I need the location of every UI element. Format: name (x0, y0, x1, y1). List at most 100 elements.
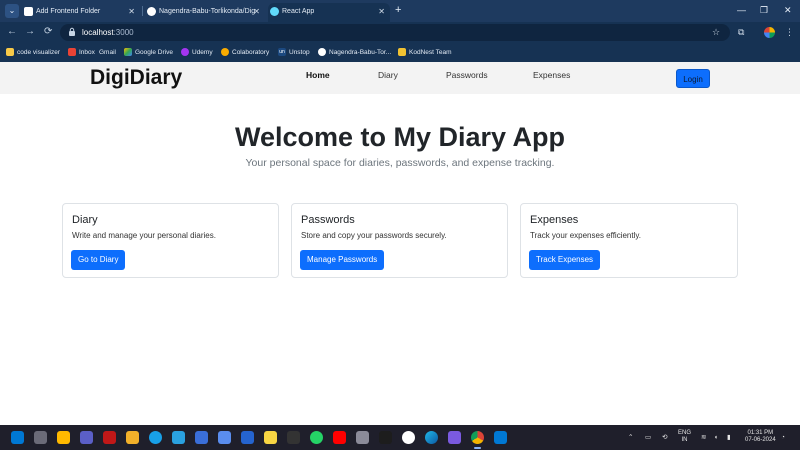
volume-icon[interactable]: ◖ (714, 425, 718, 450)
react-favicon-icon (270, 7, 279, 16)
menu-kebab-icon[interactable]: ⋮ (785, 26, 794, 39)
bookmark-gmail[interactable]: Gmail (88, 43, 116, 62)
login-button[interactable]: Login (676, 69, 710, 88)
nav-link-diary[interactable]: Diary (378, 70, 398, 80)
chrome-icon[interactable] (471, 431, 484, 444)
browser-toolbar: ← → ⟳ localhost:3000 ☆ ⧉ ⋮ (0, 22, 800, 43)
restore-icon[interactable]: ❐ (760, 3, 768, 17)
bookmark-udemy[interactable]: Udemy (181, 43, 213, 62)
card-title: Diary (72, 214, 98, 226)
bookmark-star-icon[interactable]: ☆ (712, 26, 720, 39)
browser-tab-add-frontend-folder[interactable]: Add Frontend Folder ✕ (22, 3, 140, 22)
python-icon (6, 48, 14, 56)
news-app-icon[interactable] (379, 431, 392, 444)
windows-taskbar: ⌃ ▭ ⟲ ENG IN ≋ ◖ ▮ 01:31 PM 07-06-2024 ◔ (0, 425, 800, 450)
nav-link-home[interactable]: Home (306, 70, 330, 80)
bookmark-colaboratory[interactable]: Colaboratory (221, 43, 269, 62)
url-text: localhost:3000 (82, 28, 134, 37)
gmail-icon (68, 48, 76, 56)
card-expenses: Expenses Track your expenses efficiently… (520, 203, 738, 278)
back-arrow-icon[interactable]: ← (7, 25, 17, 39)
language-code: ENG (678, 430, 692, 436)
task-view-icon[interactable] (34, 431, 47, 444)
github-icon (318, 48, 326, 56)
tab-title: Nagendra-Babu-Torlikonda/Dig (159, 8, 256, 15)
app-gray-icon[interactable] (356, 431, 369, 444)
card-passwords: Passwords Store and copy your passwords … (291, 203, 508, 278)
site-info-icon[interactable] (68, 27, 76, 37)
track-expenses-button[interactable]: Track Expenses (529, 250, 601, 270)
todo-icon[interactable] (241, 431, 254, 444)
sync-icon[interactable]: ⟲ (662, 425, 667, 450)
bookmark-code-visualizer[interactable]: code visualizer (6, 43, 60, 62)
bookmark-kodnest-team[interactable]: KodNest Team (398, 43, 452, 62)
go-to-diary-button[interactable]: Go to Diary (71, 250, 126, 270)
clock-date: 07-06-2024 (745, 437, 776, 443)
notification-bell-icon[interactable]: ◔ (781, 425, 785, 450)
profile-avatar-icon[interactable] (764, 27, 775, 38)
bookmark-label: code visualizer (17, 49, 60, 56)
battery-saver-icon[interactable]: ▭ (645, 425, 651, 450)
tab-title: Add Frontend Folder (36, 8, 101, 15)
minimize-icon[interactable]: — (737, 3, 746, 17)
tab-search-icon[interactable]: ⌄ (5, 4, 19, 18)
whatsapp-icon[interactable] (310, 431, 323, 444)
show-hidden-icons-chevron-icon[interactable]: ⌃ (628, 425, 633, 450)
sticky-notes-icon[interactable] (264, 431, 277, 444)
nav-link-passwords[interactable]: Passwords (446, 70, 488, 80)
close-tab-icon[interactable]: ✕ (378, 3, 385, 20)
manage-passwords-button[interactable]: Manage Passwords (300, 250, 385, 270)
unstop-icon: un (278, 48, 286, 56)
teams-icon[interactable] (80, 431, 93, 444)
battery-icon[interactable]: ▮ (727, 425, 731, 450)
card-text: Track your expenses efficiently. (530, 231, 642, 240)
nav-link-expenses[interactable]: Expenses (533, 70, 570, 80)
bookmark-unstop[interactable]: un Unstop (278, 43, 310, 62)
file-explorer-icon[interactable] (126, 431, 139, 444)
close-tab-icon[interactable]: ✕ (253, 3, 260, 20)
store-icon[interactable] (195, 431, 208, 444)
bookmark-label: Google Drive (135, 49, 173, 56)
browser-tab-strip: ⌄ Add Frontend Folder ✕ Nagendra-Babu-To… (0, 0, 800, 22)
reload-icon[interactable]: ⟳ (44, 25, 52, 39)
edge-dev-icon[interactable] (149, 431, 162, 444)
wifi-icon[interactable]: ≋ (701, 425, 706, 450)
edge-icon[interactable] (425, 431, 438, 444)
kodnest-icon (398, 48, 406, 56)
new-tab-plus-icon[interactable]: + (395, 3, 401, 17)
bookmark-label: KodNest Team (409, 49, 452, 56)
youtube-icon[interactable] (333, 431, 346, 444)
card-title: Expenses (530, 214, 579, 226)
brand-logo[interactable]: DigiDiary (90, 66, 182, 90)
extensions-puzzle-icon[interactable]: ⧉ (738, 26, 744, 39)
browser-tab-github-repo[interactable]: Nagendra-Babu-Torlikonda/Dig ✕ (145, 3, 265, 22)
bookmark-label: Unstop (289, 49, 310, 56)
page-title: Welcome to My Diary App (234, 122, 566, 152)
browser-tab-react-app[interactable]: React App ✕ (268, 3, 390, 22)
address-bar[interactable]: localhost:3000 ☆ (60, 24, 730, 41)
close-tab-icon[interactable]: ✕ (128, 3, 135, 20)
copilot-icon[interactable] (218, 431, 231, 444)
vscode-icon[interactable] (494, 431, 507, 444)
notepad-icon[interactable] (172, 431, 185, 444)
windows-start-icon[interactable] (11, 431, 24, 444)
github-favicon-icon (24, 7, 33, 16)
clock[interactable]: 01:31 PM 07-06-2024 (745, 430, 776, 444)
bookmark-label: Gmail (99, 49, 116, 56)
uber-icon[interactable] (402, 431, 415, 444)
bookmark-github-profile[interactable]: Nagendra-Babu-Tor... (318, 43, 391, 62)
window-close-icon[interactable]: ✕ (784, 3, 792, 17)
card-text: Store and copy your passwords securely. (301, 231, 447, 240)
bookmark-google-drive[interactable]: Google Drive (124, 43, 173, 62)
clock-time: 01:31 PM (747, 430, 774, 436)
region-code: IN (681, 437, 688, 443)
language-indicator[interactable]: ENG IN (678, 430, 691, 444)
forward-arrow-icon[interactable]: → (25, 25, 35, 39)
bookmarks-bar: code visualizer Inbox Gmail Google Drive… (0, 43, 800, 62)
terminal-icon[interactable] (287, 431, 300, 444)
notification-app-icon[interactable] (57, 431, 70, 444)
mcafee-icon[interactable] (103, 431, 116, 444)
media-player-icon[interactable] (448, 431, 461, 444)
colab-icon (221, 48, 229, 56)
bookmark-label: Udemy (192, 49, 213, 56)
